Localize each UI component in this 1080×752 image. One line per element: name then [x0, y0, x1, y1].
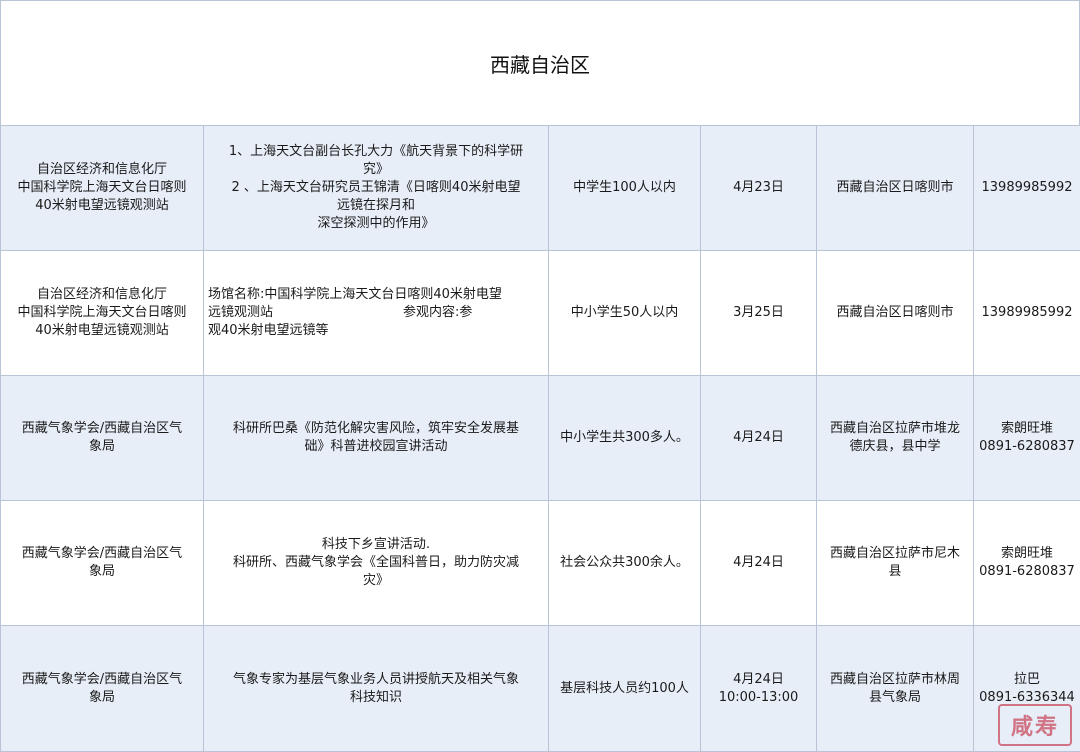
activity-content-line: 科研所巴桑《防范化解灾害风险，筑牢安全发展基 — [232, 421, 519, 436]
organizer-cell: 自治区经济和信息化厅中国科学院上海天文台日喀则 40米射电望远镜观测站 — [0, 125, 204, 251]
activity-content-line: 场馆名称:中国科学院上海天文台日喀则40米射电望 — [208, 287, 502, 302]
organizer-cell: 自治区经济和信息化厅中国科学院上海天文台日喀则 40米射电望远镜观测站 — [0, 250, 204, 376]
audience-cell: 中小学生共300多人。 — [548, 375, 701, 501]
location-cell: 西藏自治区日喀则市 — [816, 125, 974, 251]
date-cell: 4月24日 10:00-13:00 — [700, 625, 817, 752]
audience-text: 中小学生共300多人。 — [560, 430, 689, 445]
audience-cell: 中小学生50人以内 — [548, 250, 701, 376]
organizer-line: 西藏气象学会/西藏自治区气 — [21, 546, 183, 561]
location-line: 德庆县，县中学 — [849, 439, 941, 454]
activity-content-cell: 科研所巴桑《防范化解灾害风险，筑牢安全发展基 础》科普进校园宣讲活动 — [203, 375, 549, 501]
audience-text: 中小学生50人以内 — [570, 305, 679, 320]
contact-cell: 13989985992 — [973, 125, 1080, 251]
organizer-line: 40米射电望远镜观测站 — [35, 323, 169, 338]
audience-text: 社会公众共300余人。 — [560, 555, 689, 570]
activity-content-line: 1、上海天文台副台长孔大力《航天背景下的科学研 — [228, 144, 524, 159]
organizer-line: 自治区经济和信息化厅 — [36, 287, 167, 302]
location-line: 县 — [888, 564, 902, 579]
activity-content-line: 2 、上海天文台研究员王锦清《日喀则40米射电望 — [231, 180, 521, 195]
organizer-line: 象局 — [88, 439, 115, 454]
contact-line: 13989985992 — [981, 180, 1073, 195]
table-row: 西藏气象学会/西藏自治区气 象局 科技下乡宣讲活动. 科研所、西藏气象学会《全国科普日… — [0, 500, 1080, 626]
activity-content-line: 气象专家为基层气象业务人员讲授航天及相关气象 — [232, 671, 519, 687]
audience-text: 中学生100人以内 — [573, 180, 676, 195]
organizer-cell: 西藏气象学会/西藏自治区气 象局 — [0, 375, 204, 501]
activity-content-line: 科研所、西藏气象学会《全国科普日，助力防灾减 — [232, 555, 519, 570]
organizer-line: 40米射电望远镜观测站 — [35, 198, 169, 213]
location-line: 西藏自治区拉萨市尼木 — [829, 546, 960, 561]
date-line: 4月23日 — [733, 180, 784, 195]
contact-cell: 索朗旺堆 0891-6280837 — [973, 375, 1080, 501]
organizer-line: 中国科学院上海天文台日喀则 — [17, 305, 187, 320]
date-cell: 4月24日 — [700, 375, 817, 501]
contact-line: 拉巴 — [1013, 671, 1040, 687]
date-line: 4月24日 — [733, 430, 784, 445]
activity-content-line: 究》 — [362, 162, 389, 177]
date-line: 3月25日 — [733, 305, 784, 320]
activity-content-cell: 科技下乡宣讲活动. 科研所、西藏气象学会《全国科普日，助力防灾减 灾》 — [203, 500, 549, 626]
date-cell: 3月25日 — [700, 250, 817, 376]
organizer-line: 西藏气象学会/西藏自治区气 — [21, 421, 183, 436]
activity-content-line: 科技下乡宣讲活动. — [321, 537, 431, 552]
audience-cell: 基层科技人员约100人 — [548, 625, 701, 752]
location-cell: 西藏自治区拉萨市尼木县 — [816, 500, 974, 626]
activity-content-cell: 场馆名称:中国科学院上海天文台日喀则40米射电望 远镜观测站 参观内容:参 观40米… — [203, 250, 549, 376]
activity-content-line: 础》科普进校园宣讲活动 — [304, 439, 448, 454]
location-line: 西藏自治区日喀则市 — [836, 305, 954, 320]
organizer-line: 象局 — [88, 689, 115, 705]
region-title: 西藏自治区 — [490, 52, 590, 77]
table-row: 自治区经济和信息化厅中国科学院上海天文台日喀则 40米射电望远镜观测站 场馆名称:中… — [0, 250, 1080, 376]
activity-content-line: 观40米射电望远镜等 — [208, 323, 329, 338]
activity-content-line: 灾》 — [362, 573, 389, 588]
location-line: 西藏自治区日喀则市 — [836, 180, 954, 195]
date-line: 10:00-13:00 — [718, 689, 799, 705]
activity-content-line: 远镜观测站 参观内容:参 — [208, 305, 473, 320]
audience-cell: 中学生100人以内 — [548, 125, 701, 251]
organizer-line: 西藏气象学会/西藏自治区气 — [21, 671, 183, 687]
activity-content-cell: 气象专家为基层气象业务人员讲授航天及相关气象 科技知识 — [203, 625, 549, 752]
activity-content-line: 远镜在探月和 — [336, 198, 415, 213]
location-line: 西藏自治区拉萨市堆龙 — [829, 421, 960, 436]
activity-content-line: 深空探测中的作用》 — [317, 216, 435, 231]
table-row: 西藏气象学会/西藏自治区气 象局 科研所巴桑《防范化解灾害风险，筑牢安全发展基 础》科… — [0, 375, 1080, 501]
location-cell: 西藏自治区拉萨市堆龙 德庆县，县中学 — [816, 375, 974, 501]
audience-cell: 社会公众共300余人。 — [548, 500, 701, 626]
organizer-line: 自治区经济和信息化厅 — [36, 162, 167, 177]
audience-text: 基层科技人员约100人 — [560, 680, 689, 696]
organizer-line: 中国科学院上海天文台日喀则 — [17, 180, 187, 195]
organizer-cell: 西藏气象学会/西藏自治区气 象局 — [0, 500, 204, 626]
location-line: 西藏自治区拉萨市林周 — [829, 671, 960, 687]
contact-line: 索朗旺堆 — [1000, 546, 1053, 561]
contact-cell: 13989985992 — [973, 250, 1080, 376]
contact-line: 13989985992 — [981, 305, 1073, 320]
organizer-line: 象局 — [88, 564, 115, 579]
location-line: 县气象局 — [868, 689, 921, 705]
activity-content-line: 科技知识 — [349, 689, 402, 705]
date-line: 4月24日 — [733, 671, 784, 687]
date-cell: 4月24日 — [700, 500, 817, 626]
contact-line: 0891-6280837 — [979, 564, 1075, 579]
activity-table: 自治区经济和信息化厅 中国科学院上海天文台日喀则 40米射电望远镜观测站 1、上海天文… — [0, 125, 1080, 752]
date-line: 4月24日 — [733, 555, 784, 570]
location-cell: 西藏自治区日喀则市 — [816, 250, 974, 376]
table-row: 自治区经济和信息化厅中国科学院上海天文台日喀则 40米射电望远镜观测站 1、上海天文… — [0, 125, 1080, 251]
watermark-seal: 咸寿 — [998, 704, 1072, 746]
contact-line: 0891-6280837 — [979, 439, 1075, 454]
location-cell: 西藏自治区拉萨市林周 县气象局 — [816, 625, 974, 752]
date-cell: 4月23日 — [700, 125, 817, 251]
page: 西藏自治区 自治区经济和信息化厅 中国科学院上海天文台日喀则 40米射电望远镜观测站… — [0, 0, 1080, 752]
table-row: 西藏气象学会/西藏自治区气 象局 气象专家为基层气象业务人员讲授航天及相关气象 科技知… — [0, 625, 1080, 752]
activity-content-cell: 1、上海天文台副台长孔大力《航天背景下的科学研 究》 2 、上海天文台研究员王锦清《… — [203, 125, 549, 251]
contact-line: 索朗旺堆 — [1000, 421, 1053, 436]
organizer-cell: 西藏气象学会/西藏自治区气 象局 — [0, 625, 204, 752]
region-header: 西藏自治区 — [0, 0, 1080, 125]
contact-cell: 索朗旺堆 0891-6280837 — [973, 500, 1080, 626]
